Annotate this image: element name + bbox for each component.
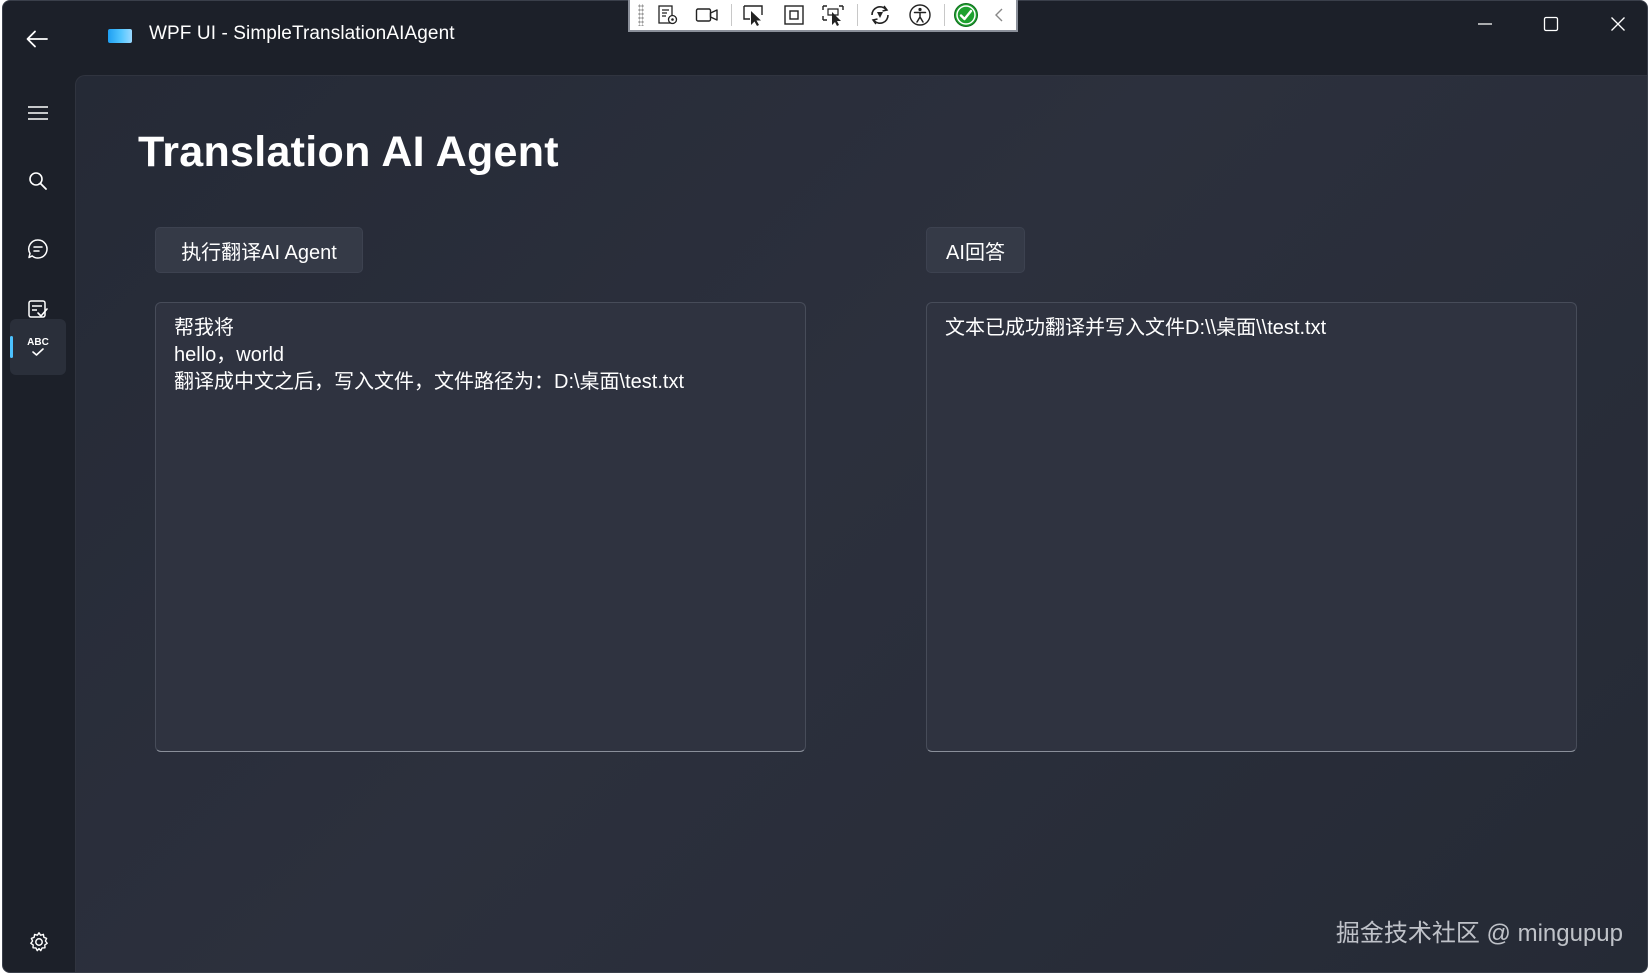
- maximize-icon: [1543, 16, 1559, 32]
- toolbar-separator: [857, 4, 859, 26]
- spell-check-icon: ABC: [27, 338, 49, 356]
- display-layout-adorners-icon: [784, 5, 804, 25]
- app-logo-icon: [108, 29, 132, 43]
- settings-button[interactable]: [21, 924, 57, 960]
- selection-indicator: [10, 336, 13, 358]
- close-button[interactable]: [1595, 7, 1641, 41]
- hamburger-menu-icon: [28, 106, 48, 120]
- nav-toggle-pane-button[interactable]: [10, 85, 66, 141]
- track-focus-icon: [822, 5, 845, 26]
- select-element-icon: [743, 5, 763, 26]
- record-icon: [696, 8, 719, 22]
- toolbar-grip[interactable]: [638, 4, 644, 26]
- track-focus-button[interactable]: [818, 2, 850, 28]
- binding-status-icon: [954, 3, 979, 27]
- app-window: WPF UI - SimpleTranslationAIAgent ABC Tr…: [2, 0, 1648, 973]
- chat-icon: [28, 239, 48, 259]
- minimize-icon: [1478, 23, 1492, 25]
- search-icon: [29, 172, 47, 190]
- nav-item-chat[interactable]: [10, 221, 66, 277]
- nav-item-search[interactable]: [10, 153, 66, 209]
- back-button[interactable]: [17, 21, 57, 57]
- main-content: Translation AI Agent 执行翻译AI Agent AI回答 帮…: [75, 75, 1647, 972]
- binding-status-button[interactable]: [950, 2, 982, 28]
- output-textbox[interactable]: 文本已成功翻译并写入文件D:\\桌面\\test.txt: [926, 302, 1577, 752]
- settings-icon: [30, 932, 48, 952]
- run-translation-button[interactable]: 执行翻译AI Agent: [155, 227, 363, 273]
- hot-reload-button[interactable]: [864, 2, 896, 28]
- maximize-button[interactable]: [1528, 7, 1574, 41]
- record-button[interactable]: [692, 2, 724, 28]
- collapse-toolbar-button[interactable]: [990, 2, 1008, 28]
- minimize-button[interactable]: [1462, 7, 1508, 41]
- watermark: 掘金技术社区 @ mingupup: [1335, 920, 1623, 947]
- hot-reload-icon: [871, 5, 889, 25]
- back-arrow-icon: [26, 30, 48, 48]
- ai-answer-button[interactable]: AI回答: [926, 227, 1025, 273]
- spell-check-label: ABC: [27, 337, 49, 348]
- select-element-button[interactable]: [738, 2, 770, 28]
- collapse-icon: [995, 8, 1003, 22]
- navigation-rail: ABC: [3, 75, 75, 972]
- window-title: WPF UI - SimpleTranslationAIAgent: [149, 23, 455, 44]
- input-textbox[interactable]: 帮我将 hello，world 翻译成中文之后，写入文件，文件路径为：D:\桌面…: [155, 302, 806, 752]
- accessibility-icon: [908, 4, 931, 26]
- live-visual-tree-icon: [658, 5, 677, 25]
- accessibility-checker-button[interactable]: [904, 2, 936, 28]
- display-layout-adorners-button[interactable]: [778, 2, 810, 28]
- xaml-debug-toolbar: [628, 0, 1018, 32]
- toolbar-separator: [943, 4, 945, 26]
- toolbar-separator: [731, 4, 733, 26]
- task-list-icon: [28, 300, 48, 318]
- nav-item-translation[interactable]: ABC: [10, 319, 66, 375]
- close-icon: [1611, 17, 1625, 31]
- live-visual-tree-button[interactable]: [652, 2, 684, 28]
- page-title: Translation AI Agent: [138, 128, 559, 176]
